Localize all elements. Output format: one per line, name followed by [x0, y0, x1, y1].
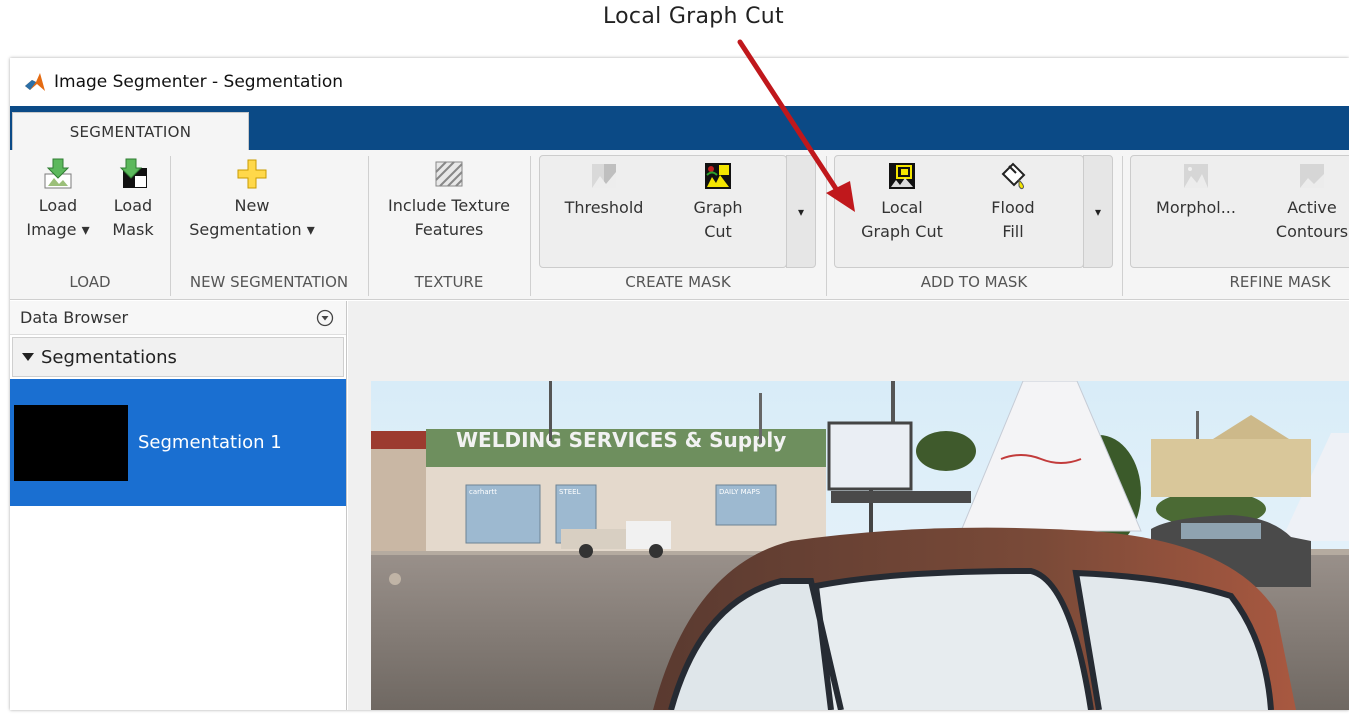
- flood-fill-label-2: Fill: [1002, 222, 1024, 241]
- local-graph-cut-label-2: Graph Cut: [861, 222, 943, 241]
- group-label-refine-mask: REFINE MASK: [1229, 273, 1331, 291]
- image-viewer: WELDING SERVICES & Supply carhartt STEEL…: [348, 301, 1349, 710]
- toolstrip: Load Image ▾ Load Mask LOAD New Segmenta…: [10, 150, 1349, 300]
- threshold-icon: [592, 164, 616, 188]
- paint-bucket-icon: [1001, 162, 1026, 190]
- load-image-label-1: Load: [38, 196, 78, 215]
- group-label-new-segmentation: NEW SEGMENTATION: [189, 273, 349, 291]
- segmentations-section-header[interactable]: Segmentations: [12, 337, 344, 377]
- group-label-load: LOAD: [69, 273, 111, 291]
- data-browser-header: Data Browser: [10, 301, 346, 335]
- store-sign-3: DAILY MAPS: [719, 488, 761, 496]
- add-to-mask-more-button[interactable]: ▾: [1083, 155, 1113, 268]
- include-texture-button[interactable]: Include Texture Features: [378, 158, 520, 242]
- chevron-circle-icon[interactable]: [316, 309, 334, 327]
- segmentations-section-label: Segmentations: [41, 346, 177, 368]
- annotation-callout: Local Graph Cut: [603, 4, 784, 29]
- separator: [1122, 156, 1123, 296]
- morphology-icon: [1184, 164, 1208, 188]
- load-mask-label-2: Mask: [112, 220, 154, 239]
- local-graph-cut-icon: [889, 163, 915, 189]
- group-label-create-mask: CREATE MASK: [625, 273, 731, 291]
- load-mask-label-1: Load: [113, 196, 153, 215]
- flood-fill-button[interactable]: Flood Fill: [970, 160, 1056, 244]
- include-texture-label-2: Features: [414, 220, 484, 239]
- load-image-icon: [44, 158, 72, 189]
- segmentation-image[interactable]: WELDING SERVICES & Supply carhartt STEEL…: [371, 381, 1349, 710]
- threshold-label: Threshold: [564, 198, 644, 217]
- active-contours-label-2: Contours: [1275, 222, 1349, 241]
- expand-triangle-icon: [22, 353, 34, 361]
- new-segmentation-label-1: New: [234, 196, 270, 215]
- include-texture-label-1: Include Texture: [388, 196, 510, 215]
- texture-icon: [435, 161, 463, 187]
- threshold-button[interactable]: Threshold: [550, 160, 658, 220]
- create-mask-more-button[interactable]: ▾: [786, 155, 816, 268]
- local-graph-cut-label-1: Local: [881, 198, 923, 217]
- matlab-logo-icon: [25, 73, 45, 91]
- segmentation-item[interactable]: Segmentation 1: [10, 379, 346, 506]
- photo-scene: WELDING SERVICES & Supply carhartt STEEL…: [371, 381, 1349, 710]
- group-label-texture: TEXTURE: [414, 273, 484, 291]
- photo-sign-text: WELDING SERVICES & Supply: [456, 428, 786, 452]
- load-mask-icon: [119, 158, 147, 188]
- data-browser-title: Data Browser: [20, 308, 129, 327]
- load-mask-button[interactable]: Load Mask: [100, 158, 166, 242]
- graph-cut-icon: [705, 163, 731, 189]
- active-contours-icon: [1300, 164, 1324, 188]
- local-graph-cut-button[interactable]: Local Graph Cut: [848, 160, 956, 244]
- load-image-button[interactable]: Load Image ▾: [18, 158, 98, 242]
- app-window: Image Segmenter - Segmentation SEGMENTAT…: [10, 58, 1349, 710]
- new-segmentation-button[interactable]: New Segmentation ▾: [178, 158, 326, 242]
- segmentation-thumbnail: [14, 404, 128, 481]
- segmentation-item-label: Segmentation 1: [138, 432, 282, 453]
- store-sign-1: carhartt: [469, 488, 497, 496]
- flood-fill-label-1: Flood: [991, 198, 1035, 217]
- data-browser-panel: Data Browser Segmentations Segmentation …: [10, 301, 347, 710]
- morphology-button[interactable]: Morphol...: [1142, 160, 1250, 220]
- graph-cut-label-1: Graph: [693, 198, 743, 217]
- tab-strip: SEGMENTATION: [10, 106, 1349, 150]
- tab-segmentation[interactable]: SEGMENTATION: [12, 112, 249, 150]
- active-contours-label-1: Active: [1287, 198, 1337, 217]
- plus-icon: [237, 159, 267, 189]
- graph-cut-button[interactable]: Graph Cut: [672, 160, 764, 244]
- morphology-label: Morphol...: [1156, 198, 1236, 217]
- group-label-add-to-mask: ADD TO MASK: [920, 273, 1028, 291]
- graph-cut-label-2: Cut: [704, 222, 732, 241]
- load-image-label-2: Image ▾: [26, 220, 90, 239]
- title-bar: Image Segmenter - Segmentation: [10, 58, 1349, 106]
- active-contours-button[interactable]: Active Contours: [1272, 160, 1349, 244]
- new-segmentation-label-2: Segmentation ▾: [189, 220, 315, 239]
- store-sign-2: STEEL: [559, 488, 581, 496]
- window-title: Image Segmenter - Segmentation: [54, 72, 344, 92]
